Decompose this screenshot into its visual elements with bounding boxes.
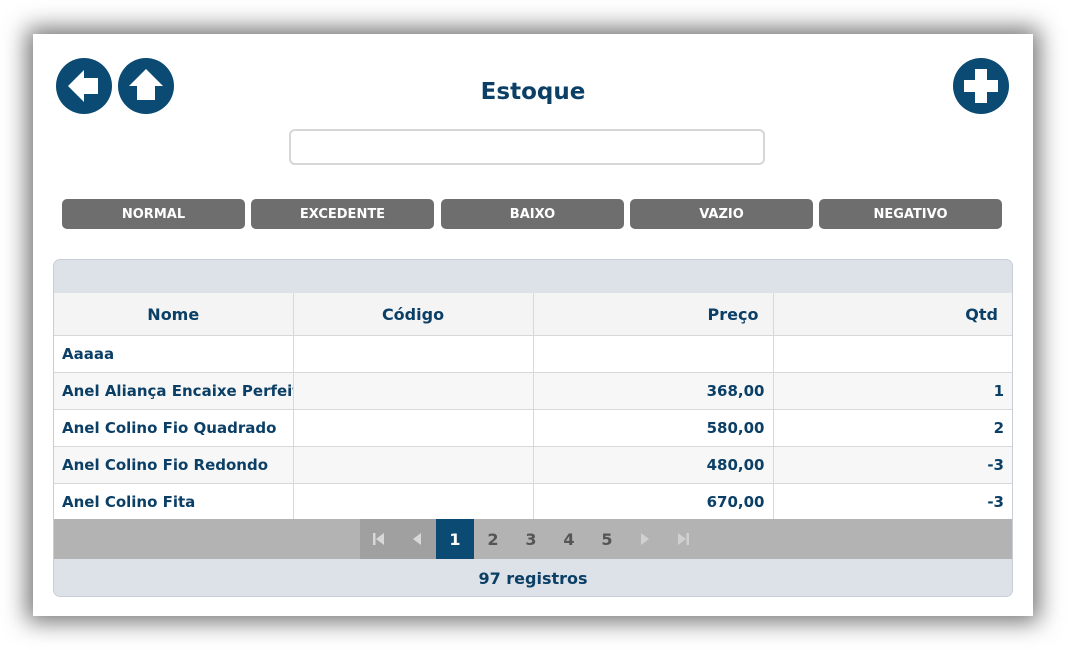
cell-preco: 368,00 [533,372,774,410]
stock-grid: Nome Código Preço Qtd Aaaaa Anel Aliança… [53,259,1013,597]
next-page-button[interactable] [626,519,664,559]
page-2-button[interactable]: 2 [474,519,512,559]
stock-table: Nome Código Preço Qtd Aaaaa Anel Aliança… [54,293,1012,521]
prev-page-icon [413,533,421,545]
first-page-button[interactable] [360,519,398,559]
cell-preco: 480,00 [533,446,774,484]
column-header-preco[interactable]: Preço [533,293,774,336]
cell-preco: 580,00 [533,409,774,447]
plus-icon [964,69,998,103]
next-page-icon [641,533,649,545]
filter-excedente-button[interactable]: EXCEDENTE [251,199,434,229]
cell-codigo [293,483,534,521]
cell-preco: 670,00 [533,483,774,521]
add-button[interactable] [953,58,1009,114]
app-window: Estoque NORMAL EXCEDENTE BAIXO VAZIO NEG… [33,34,1033,616]
cell-qtd [773,335,1012,373]
prev-page-button[interactable] [398,519,436,559]
column-header-qtd[interactable]: Qtd [773,293,1012,336]
filter-normal-button[interactable]: NORMAL [62,199,245,229]
cell-nome: Aaaaa [54,335,294,373]
last-page-icon [678,533,689,545]
pagination: 1 2 3 4 5 [54,519,1012,559]
cell-qtd: 2 [773,409,1012,447]
cell-codigo [293,335,534,373]
cell-nome: Anel Colino Fio Redondo [54,446,294,484]
cell-nome: Anel Aliança Encaixe Perfeito [54,372,294,410]
page-title: Estoque [480,79,586,105]
grid-toolbar [54,260,1012,294]
table-row[interactable]: Anel Colino Fio Quadrado 580,00 2 [54,409,1012,447]
filter-baixo-button[interactable]: BAIXO [441,199,624,229]
first-page-icon [373,533,384,545]
table-row[interactable]: Anel Colino Fio Redondo 480,00 -3 [54,446,1012,484]
table-row[interactable]: Aaaaa [54,335,1012,373]
cell-codigo [293,446,534,484]
page-4-button[interactable]: 4 [550,519,588,559]
page-3-button[interactable]: 3 [512,519,550,559]
cell-qtd: 1 [773,372,1012,410]
table-row[interactable]: Anel Aliança Encaixe Perfeito 368,00 1 [54,372,1012,410]
cell-qtd: -3 [773,483,1012,521]
table-row[interactable]: Anel Colino Fita 670,00 -3 [54,483,1012,521]
last-page-button[interactable] [664,519,702,559]
filter-bar: NORMAL EXCEDENTE BAIXO VAZIO NEGATIVO [62,199,1004,229]
column-header-codigo[interactable]: Código [293,293,534,336]
page-1-button[interactable]: 1 [436,519,474,559]
page-5-button[interactable]: 5 [588,519,626,559]
search-input[interactable] [289,129,765,165]
column-header-nome[interactable]: Nome [54,293,294,336]
record-count: 97 registros [54,559,1012,596]
cell-nome: Anel Colino Fita [54,483,294,521]
filter-vazio-button[interactable]: VAZIO [630,199,813,229]
filter-negativo-button[interactable]: NEGATIVO [819,199,1002,229]
cell-qtd: -3 [773,446,1012,484]
cell-preco [533,335,774,373]
cell-codigo [293,372,534,410]
cell-codigo [293,409,534,447]
cell-nome: Anel Colino Fio Quadrado [54,409,294,447]
table-header-row: Nome Código Preço Qtd [54,293,1012,336]
